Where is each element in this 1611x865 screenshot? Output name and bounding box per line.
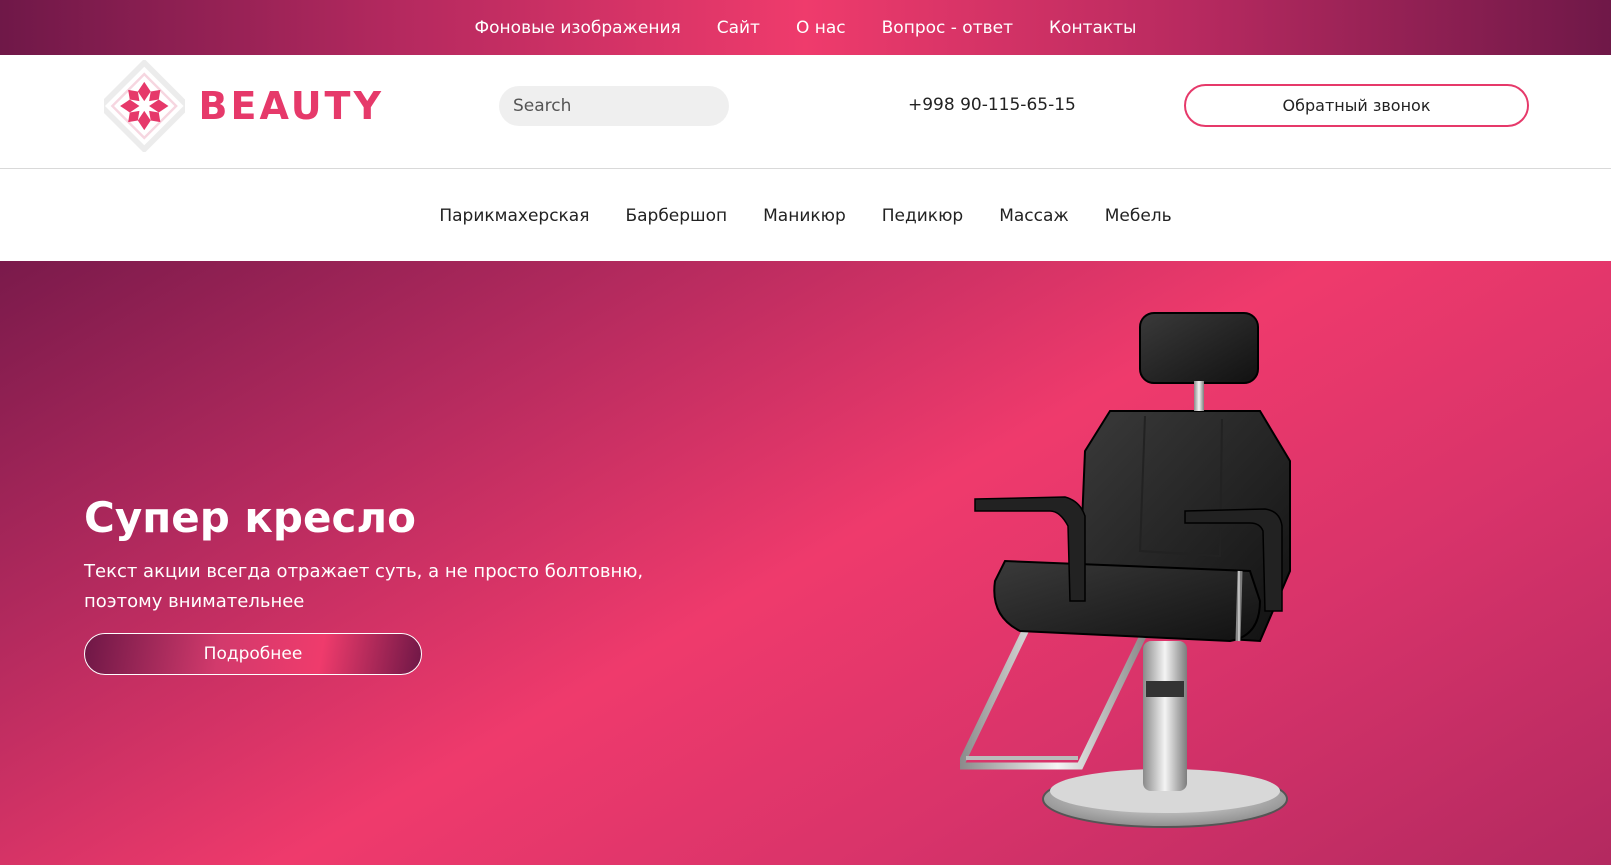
- category-massage[interactable]: Массаж: [999, 206, 1069, 226]
- search-input[interactable]: [499, 86, 729, 126]
- top-nav-contacts[interactable]: Контакты: [1049, 18, 1137, 38]
- hero-title: Супер кресло: [84, 493, 416, 542]
- top-nav-about[interactable]: О нас: [796, 18, 846, 38]
- logo-icon: [104, 60, 185, 152]
- category-hairdresser[interactable]: Парикмахерская: [439, 206, 589, 226]
- phone-number[interactable]: +998 90-115-65-15: [908, 95, 1076, 115]
- more-button[interactable]: Подробнее: [84, 633, 422, 675]
- site-header: BEAUTY +998 90-115-65-15 Обратный звонок: [0, 55, 1611, 169]
- hero-text: Текст акции всегда отражает суть, а не п…: [84, 561, 644, 612]
- top-nav-faq[interactable]: Вопрос - ответ: [882, 18, 1013, 38]
- callback-button[interactable]: Обратный звонок: [1184, 84, 1529, 127]
- logo[interactable]: BEAUTY: [104, 60, 384, 152]
- category-nav: Парикмахерская Барбершоп Маникюр Педикюр…: [0, 170, 1611, 261]
- hero-banner: Супер кресло Текст акции всегда отражает…: [0, 261, 1611, 865]
- category-pedicure[interactable]: Педикюр: [882, 206, 963, 226]
- category-furniture[interactable]: Мебель: [1105, 206, 1172, 226]
- category-manicure[interactable]: Маникюр: [763, 206, 846, 226]
- category-barbershop[interactable]: Барбершоп: [625, 206, 727, 226]
- top-nav-backgrounds[interactable]: Фоновые изображения: [475, 18, 681, 38]
- logo-text: BEAUTY: [198, 84, 384, 128]
- top-nav: Фоновые изображения Сайт О нас Вопрос - …: [0, 0, 1611, 55]
- top-nav-site[interactable]: Сайт: [717, 18, 760, 38]
- barber-chair-image: [960, 312, 1291, 828]
